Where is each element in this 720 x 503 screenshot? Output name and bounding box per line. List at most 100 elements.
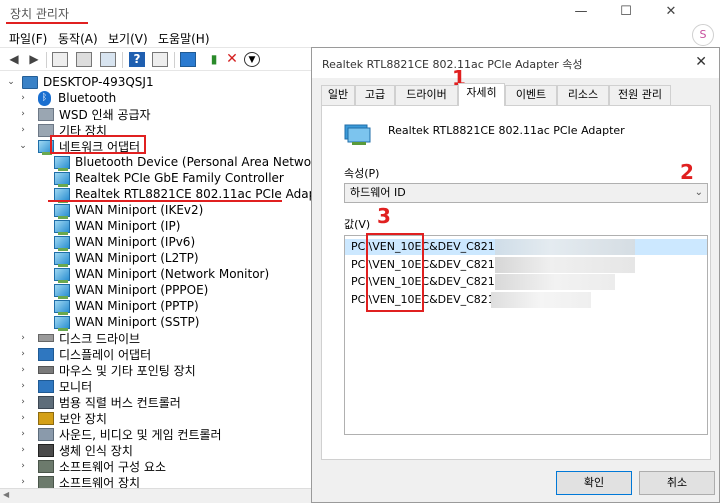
menu-action[interactable]: 동작(A): [58, 30, 98, 47]
dialog-tabs: 일반 고급 드라이버 자세히 이벤트 리소스 전원 관리: [312, 83, 719, 106]
chevron-down-icon[interactable]: ⌄: [18, 141, 28, 151]
network-item-label: Realtek PCIe GbE Family Controller: [75, 171, 284, 185]
tree-item-label: 마우스 및 기타 포인팅 장치: [59, 363, 196, 378]
network-item[interactable]: Bluetooth Device (Personal Area Network): [54, 154, 328, 171]
value-label: 값(V): [344, 218, 371, 231]
tab-driver[interactable]: 드라이버: [395, 85, 458, 105]
details-view-icon[interactable]: [100, 52, 116, 67]
toolbar-divider: [46, 52, 47, 68]
chevron-right-icon[interactable]: ›: [18, 125, 28, 135]
tree-item-mouse[interactable]: › 마우스 및 기타 포인팅 장치: [21, 362, 196, 378]
tree-item-software-components[interactable]: › 소프트웨어 구성 요소: [21, 458, 166, 474]
help-icon[interactable]: ?: [129, 52, 145, 67]
chevron-right-icon[interactable]: ›: [18, 461, 28, 471]
network-item[interactable]: WAN Miniport (IPv6): [54, 234, 195, 251]
download-update-icon[interactable]: ▼: [244, 52, 260, 67]
window-title: 장치 관리자: [10, 7, 70, 21]
tree-item-sound[interactable]: › 사운드, 비디오 및 게임 컨트롤러: [21, 426, 222, 442]
blurred-region: [495, 274, 615, 290]
network-item[interactable]: WAN Miniport (IP): [54, 218, 180, 235]
network-item[interactable]: WAN Miniport (IKEv2): [54, 202, 203, 219]
chevron-right-icon[interactable]: ›: [18, 349, 28, 359]
back-arrow-icon[interactable]: ◀: [6, 52, 22, 67]
chevron-right-icon[interactable]: ›: [18, 445, 28, 455]
tree-item-label: 디스플레이 어댑터: [59, 347, 152, 362]
network-adapter-icon: [54, 155, 70, 171]
tree-item-label: 디스크 드라이브: [59, 331, 141, 346]
property-select[interactable]: 하드웨어 ID ⌄: [344, 183, 708, 203]
tree-item-bluetooth[interactable]: › ᛒ Bluetooth: [21, 90, 116, 106]
chevron-right-icon[interactable]: ›: [18, 381, 28, 391]
main-title-bar: 장치 관리자 — ☐ ✕: [0, 0, 720, 28]
network-adapter-icon: [54, 267, 70, 283]
ok-button[interactable]: 확인: [556, 471, 632, 495]
toolbar-divider: [174, 52, 175, 68]
tree-item-wsd[interactable]: › WSD 인쇄 공급자: [21, 106, 151, 122]
tab-resources[interactable]: 리소스: [557, 85, 609, 105]
dialog-close-button[interactable]: ✕: [695, 54, 707, 70]
chevron-right-icon[interactable]: ›: [18, 397, 28, 407]
tree-item-monitor[interactable]: › 모니터: [21, 378, 93, 394]
network-adapter-icon: [54, 171, 70, 187]
network-item[interactable]: WAN Miniport (SSTP): [54, 314, 199, 331]
network-item[interactable]: WAN Miniport (L2TP): [54, 250, 199, 267]
usb-controller-icon: [38, 395, 54, 409]
minimize-button[interactable]: —: [566, 4, 596, 22]
forward-arrow-icon[interactable]: ▶: [26, 52, 42, 67]
annotation-number-2: 2: [680, 160, 694, 184]
cancel-button[interactable]: 취소: [639, 471, 715, 495]
mouse-icon: [38, 366, 54, 374]
tree-item-disk[interactable]: › 디스크 드라이브: [21, 330, 141, 346]
maximize-button[interactable]: ☐: [611, 4, 641, 22]
chevron-right-icon[interactable]: ›: [18, 477, 28, 487]
horizontal-scrollbar[interactable]: [0, 488, 312, 503]
chevron-right-icon[interactable]: ›: [18, 365, 28, 375]
tree-item-label: 생체 인식 장치: [59, 443, 133, 458]
list-view-icon[interactable]: [76, 52, 92, 67]
tree-item-label: 모니터: [59, 379, 93, 394]
blurred-region: [491, 292, 591, 308]
network-item[interactable]: Realtek PCIe GbE Family Controller: [54, 170, 284, 187]
network-item-label: WAN Miniport (PPPOE): [75, 283, 209, 297]
close-button[interactable]: ✕: [656, 4, 686, 22]
chevron-right-icon[interactable]: ›: [18, 413, 28, 423]
chevron-right-icon[interactable]: ›: [18, 333, 28, 343]
network-item[interactable]: WAN Miniport (PPPOE): [54, 282, 209, 299]
monitor-icon: [38, 379, 54, 393]
property-label: 속성(P): [344, 167, 380, 180]
software-device-icon: [38, 475, 54, 489]
avatar[interactable]: S: [692, 24, 714, 46]
chevron-right-icon[interactable]: ›: [18, 93, 28, 103]
network-adapter-icon: [54, 219, 70, 235]
tab-power[interactable]: 전원 관리: [609, 85, 671, 105]
uninstall-x-icon[interactable]: ✕: [224, 52, 240, 67]
tree-item-label: 범용 직렬 버스 컨트롤러: [59, 395, 181, 410]
toolbar: ◀ ▶ ? ▮ ✕ ▼: [0, 47, 312, 71]
tab-details[interactable]: 자세히: [458, 83, 505, 106]
chevron-down-icon[interactable]: ⌄: [6, 77, 16, 87]
network-item[interactable]: WAN Miniport (Network Monitor): [54, 266, 269, 283]
biometric-device-icon: [38, 443, 54, 457]
tab-advanced[interactable]: 고급: [355, 85, 395, 105]
tree-item-display[interactable]: › 디스플레이 어댑터: [21, 346, 152, 362]
menu-file[interactable]: 파일(F): [9, 30, 47, 47]
network-item[interactable]: WAN Miniport (PPTP): [54, 298, 199, 315]
menu-view[interactable]: 보기(V): [108, 30, 148, 47]
display-adapter-icon: [38, 347, 54, 361]
menu-help[interactable]: 도움말(H): [158, 30, 210, 47]
properties-window-icon[interactable]: [52, 52, 68, 67]
monitor-scan-icon[interactable]: [180, 52, 196, 67]
tree-item-biometric[interactable]: › 생체 인식 장치: [21, 442, 133, 458]
tree-root[interactable]: ⌄ DESKTOP-493QSJ1: [6, 74, 153, 90]
sheet-icon[interactable]: [152, 52, 168, 67]
tree-item-security[interactable]: › 보안 장치: [21, 410, 107, 426]
details-panel: Realtek RTL8821CE 802.11ac PCIe Adapter …: [321, 105, 711, 460]
tab-general[interactable]: 일반: [321, 85, 355, 105]
chevron-right-icon[interactable]: ›: [18, 109, 28, 119]
tree-item-usb[interactable]: › 범용 직렬 버스 컨트롤러: [21, 394, 181, 410]
dialog-title-bar: Realtek RTL8821CE 802.11ac PCIe Adapter …: [312, 48, 719, 78]
add-driver-icon[interactable]: ▮: [206, 52, 222, 67]
tab-events[interactable]: 이벤트: [505, 85, 557, 105]
chevron-right-icon[interactable]: ›: [18, 429, 28, 439]
security-device-icon: [38, 411, 54, 425]
